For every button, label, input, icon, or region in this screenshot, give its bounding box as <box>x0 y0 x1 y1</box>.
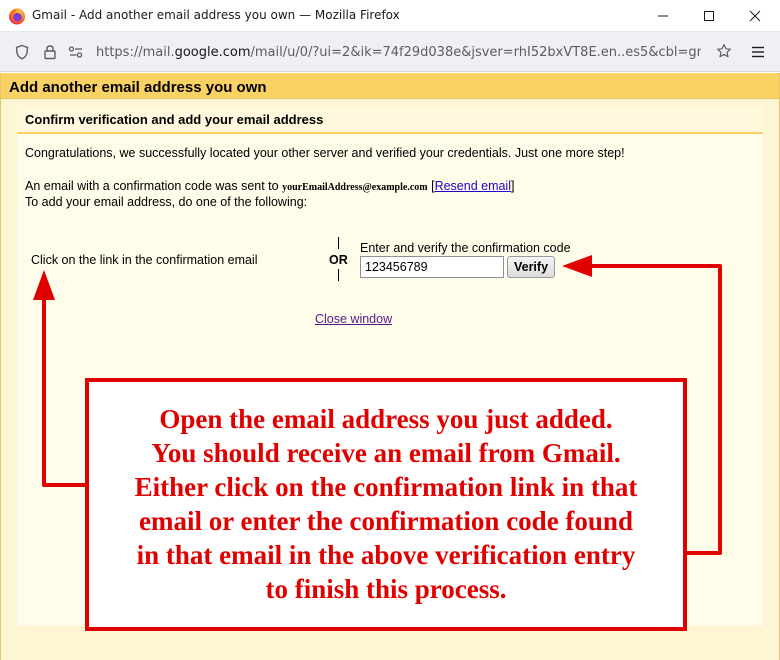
minimize-icon <box>658 15 668 17</box>
annotation-line: Either click on the confirmation link in… <box>134 472 638 502</box>
star-icon[interactable] <box>716 43 732 59</box>
url-text[interactable]: https://mail.google.com/mail/u/0/?ui=2&i… <box>96 45 701 60</box>
sent-line: An email with a confirmation code was se… <box>25 179 514 193</box>
maximize-button[interactable] <box>686 0 732 32</box>
resend-close: ] <box>511 179 515 193</box>
close-button[interactable] <box>732 0 778 32</box>
congrats-text: Congratulations, we successfully located… <box>25 146 625 160</box>
url-bar[interactable]: https://mail.google.com/mail/u/0/?ui=2&i… <box>64 37 740 67</box>
panel-title: Confirm verification and add your email … <box>25 112 324 127</box>
instruction-text: To add your email address, do one of the… <box>25 195 308 209</box>
navigation-bar: https://mail.google.com/mail/u/0/?ui=2&i… <box>0 32 780 72</box>
annotation-line: to finish this process. <box>265 574 507 604</box>
annotation-line: in that email in the above verification … <box>136 540 636 570</box>
annotation-line: email or enter the confirmation code fou… <box>139 506 633 536</box>
verify-label: Enter and verify the confirmation code <box>360 241 571 255</box>
link-option-text: Click on the link in the confirmation em… <box>31 253 258 267</box>
annotation-line: You should receive an email from Gmail. <box>151 438 621 468</box>
minimize-button[interactable] <box>640 0 686 32</box>
sent-text: An email with a confirmation code was se… <box>25 179 279 193</box>
hamburger-menu-icon[interactable] <box>750 44 766 60</box>
or-divider-top <box>338 237 339 249</box>
annotation-line: Open the email address you just added. <box>159 404 613 434</box>
page-title: Add another email address you own <box>9 79 267 96</box>
confirmation-code-input[interactable] <box>360 256 504 278</box>
page-header: Add another email address you own <box>1 73 779 99</box>
or-divider-bottom <box>338 269 339 281</box>
window-title: Gmail - Add another email address you ow… <box>32 8 400 22</box>
annotation-box: Open the email address you just added. Y… <box>85 378 687 631</box>
firefox-icon <box>9 8 25 25</box>
or-label: OR <box>329 253 348 267</box>
maximize-icon <box>704 11 714 21</box>
close-window-link[interactable]: Close window <box>315 312 392 326</box>
shield-icon[interactable] <box>14 44 30 60</box>
email-address: yourEmailAddress@example.com <box>282 182 428 193</box>
close-icon <box>749 10 761 22</box>
lock-icon[interactable] <box>42 44 58 60</box>
verify-button[interactable]: Verify <box>507 256 555 278</box>
permissions-icon[interactable] <box>68 45 84 59</box>
resend-email-link[interactable]: Resend email <box>435 179 511 193</box>
annotation-text: Open the email address you just added. Y… <box>89 402 683 606</box>
title-bar: Gmail - Add another email address you ow… <box>0 0 780 32</box>
panel-header: Confirm verification and add your email … <box>17 106 763 134</box>
